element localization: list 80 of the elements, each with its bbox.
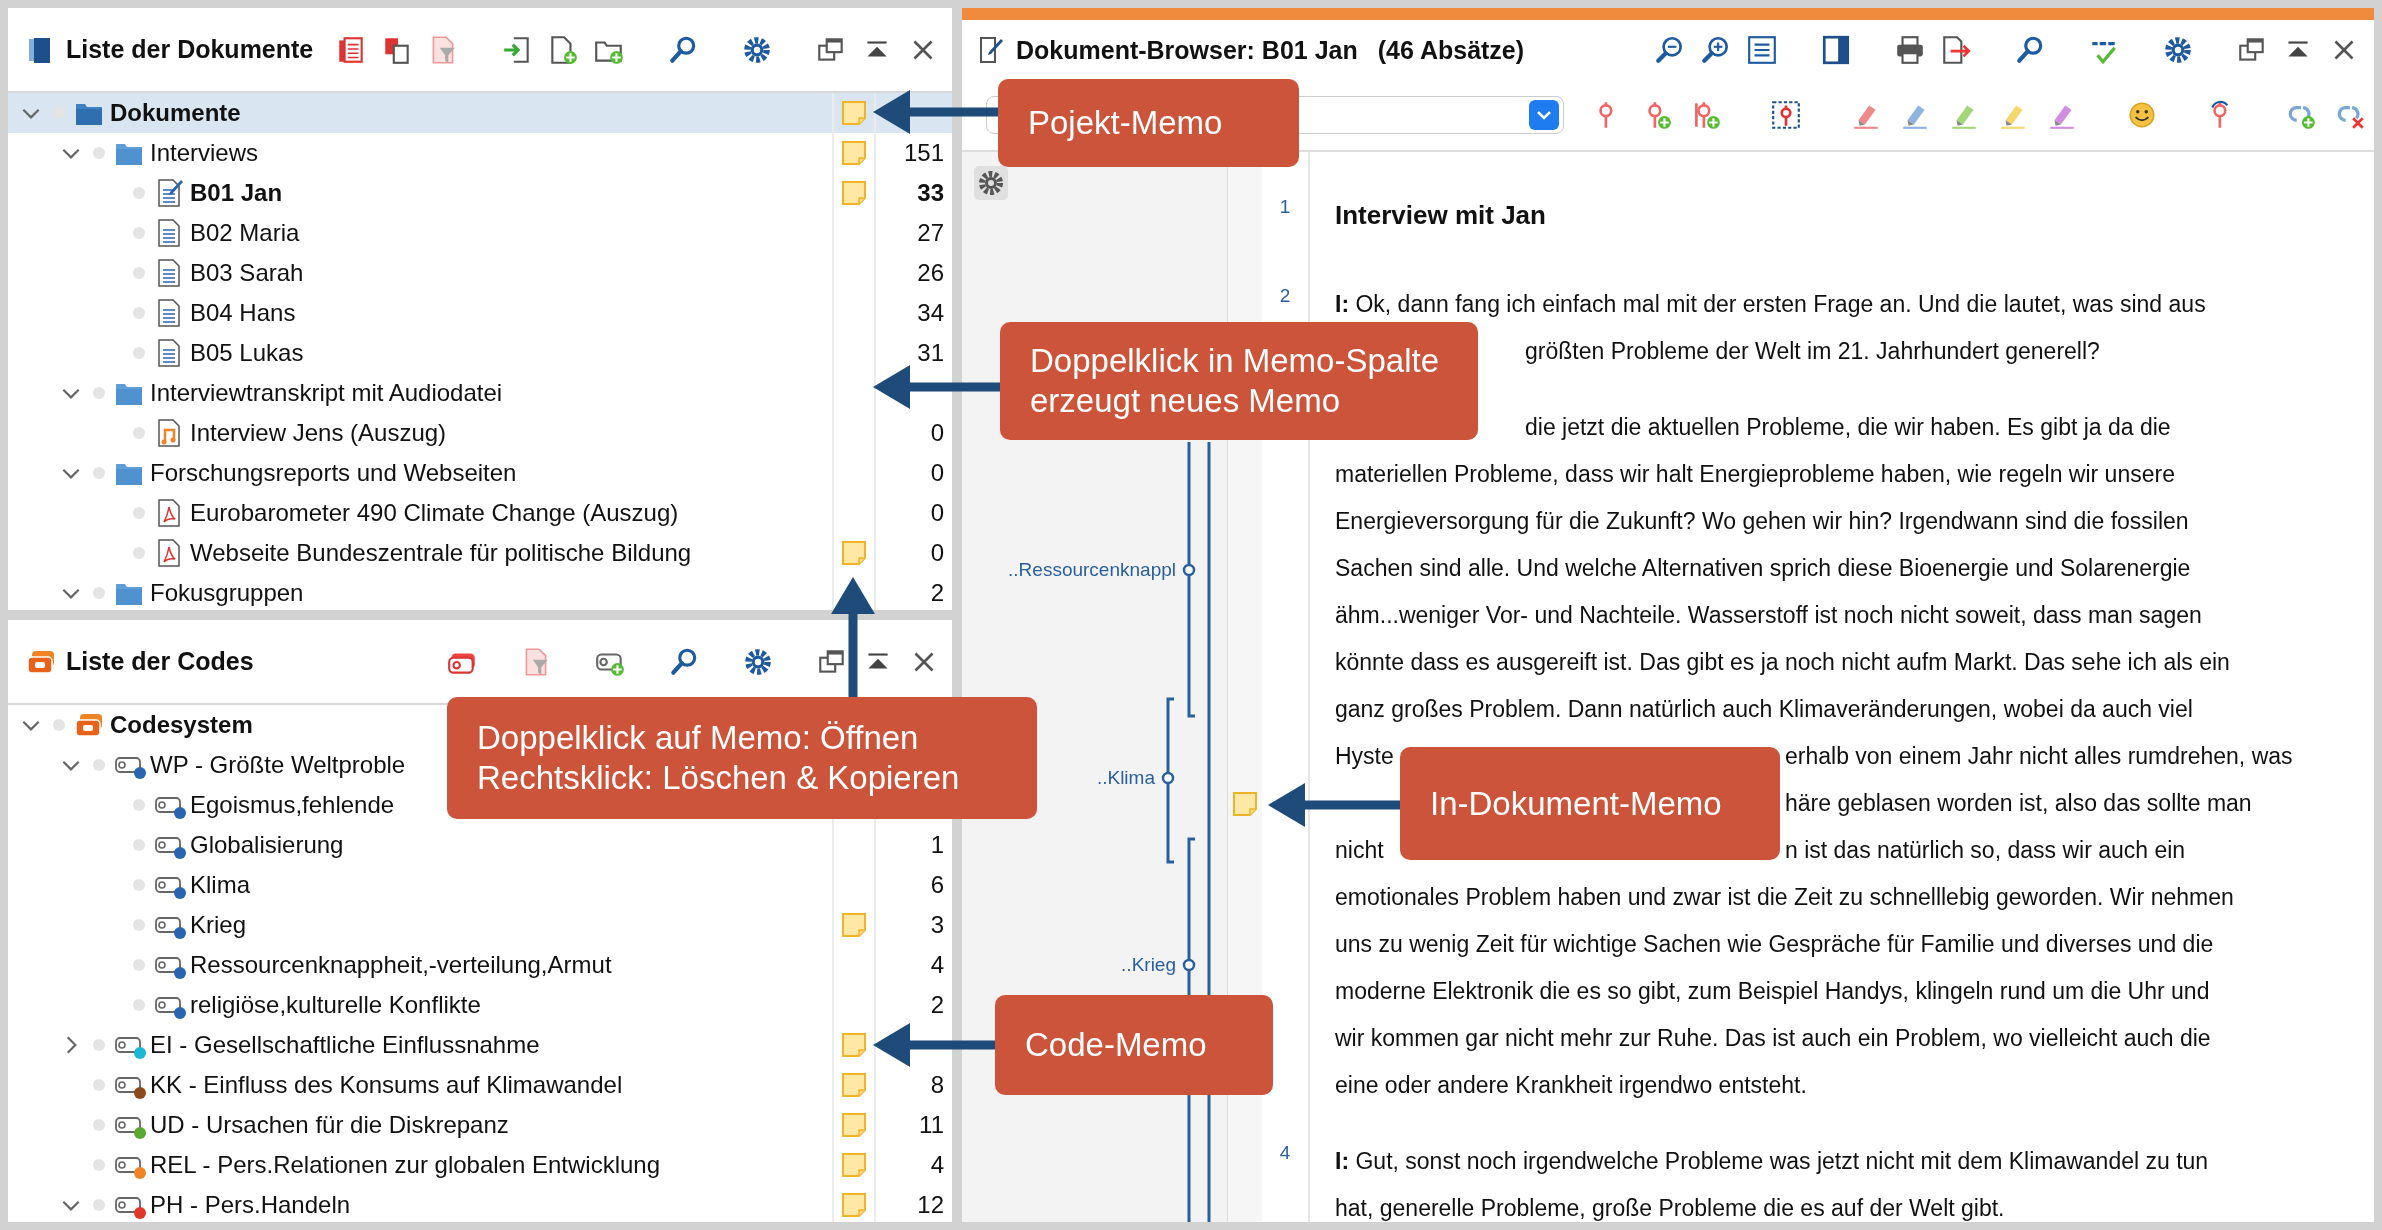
tree-item-label: Ressourcenknappheit,-verteilung,Armut bbox=[190, 951, 612, 979]
callout-tooltip: Doppelklick auf Memo: Öffnen Rechtsklick: Löschen & Kopieren bbox=[447, 697, 1037, 819]
tree-item-label: Globalisierung bbox=[190, 831, 344, 859]
tree-item-label: Krieg bbox=[190, 911, 247, 939]
text-line: Energieversorgung für die Zukunft? Wo gehen wir hin? Irgendwann sind die fossilen bbox=[1335, 508, 2189, 534]
text-line: I: Ok, dann fang ich einfach mal mit der ersten Frage an. Und die lautet, was sind aus bbox=[1335, 291, 2206, 317]
text-line: könnte dass es ausgereift ist. Das gibt es ja noch nicht aufm Markt. Das sehe ich als ein bbox=[1335, 649, 2230, 675]
text-line: moderne Elektronik die es so gibt, zum Beispiel Handys, klingeln rund um die Uhr und bbox=[1335, 978, 2210, 1004]
panel-title: Dokument-Browser: B01 Jan bbox=[1016, 35, 1358, 65]
paragraph-number: 2 bbox=[1279, 285, 1291, 306]
count-label: 2 bbox=[930, 991, 944, 1019]
tree-item-label: Codesystem bbox=[110, 711, 253, 739]
text-line: Hyste bbox=[1335, 743, 1394, 769]
count-label: 0 bbox=[930, 419, 944, 447]
callout-tooltip: Code-Memo bbox=[995, 995, 1273, 1095]
panel-title: Liste der Dokumente bbox=[66, 35, 314, 64]
text-line: erhalb von einem Jahr nicht alles rumdrehen, was bbox=[1785, 743, 2293, 769]
count-label: 11 bbox=[919, 1111, 944, 1139]
count-label: 1 bbox=[930, 831, 944, 859]
text-line: I: Gut, sonst noch irgendwelche Probleme was jetzt nicht mit dem Klimawandel zu tun bbox=[1335, 1148, 2209, 1174]
tree-item-label: Forschungsreports und Webseiten bbox=[150, 459, 517, 487]
tree-item-label: B03 Sarah bbox=[190, 259, 304, 287]
tree-item-label: Eurobarometer 490 Climate Change (Auszug) bbox=[190, 499, 679, 527]
count-label: 4 bbox=[930, 951, 944, 979]
count-label: 26 bbox=[917, 259, 944, 287]
tree-item-label: B05 Lukas bbox=[190, 339, 304, 367]
panel-title: Liste der Codes bbox=[66, 647, 254, 676]
text-line: nicht bbox=[1335, 837, 1384, 863]
callout-tooltip: In-Dokument-Memo bbox=[1400, 747, 1780, 860]
callout-tooltip: Doppelklick in Memo-Spalte erzeugt neues Memo bbox=[1000, 322, 1478, 440]
count-label: 27 bbox=[917, 219, 944, 247]
tree-item-label: Interviews bbox=[150, 139, 259, 167]
tree-item-label: KK - Einfluss des Konsums auf Klimawandel bbox=[150, 1071, 623, 1099]
tree-item-label: B02 Maria bbox=[190, 219, 300, 247]
tree-item-label: Egoismus,fehlende bbox=[190, 791, 395, 819]
text-line: eine oder andere Krankheit irgendwo entsteht. bbox=[1335, 1072, 1807, 1098]
tree-item-label: Webseite Bundeszentrale für politische Bildung bbox=[190, 539, 692, 567]
paragraph-number: 4 bbox=[1279, 1142, 1291, 1163]
tree-item-label: REL - Pers.Relationen zur globalen Entwicklung bbox=[150, 1151, 661, 1179]
text-line: hat, generelle Probleme, große Probleme die es auf der Welt gibt. bbox=[1335, 1195, 2005, 1221]
count-label: 6 bbox=[930, 871, 944, 899]
text-line: häre geblasen worden ist, also das sollte man bbox=[1785, 790, 2252, 816]
count-label: 2 bbox=[930, 579, 944, 607]
count-label: 0 bbox=[930, 499, 944, 527]
callout-tooltip: Pojekt-Memo bbox=[998, 79, 1299, 167]
count-label: 4 bbox=[930, 1151, 944, 1179]
tree-item-label: UD - Ursachen für die Diskrepanz bbox=[150, 1111, 509, 1139]
count-label: 12 bbox=[917, 1191, 944, 1219]
count-label: 151 bbox=[903, 139, 944, 167]
tree-item-label: B01 Jan bbox=[190, 179, 283, 207]
text-line: materiellen Probleme, dass wir halt Energieprobleme haben, wie regeln wir unsere bbox=[1335, 461, 2175, 487]
tree-item-label: Interviewtranskript mit Audiodatei bbox=[150, 379, 503, 407]
count-label: 0 bbox=[930, 459, 944, 487]
tree-item-label: WP - Größte Weltproble bbox=[150, 751, 406, 779]
count-label: 31 bbox=[917, 339, 944, 367]
text-line: ähm...weniger Vor- und Nachteile. Wasserstoff ist noch nicht soweit, dass man sagen bbox=[1335, 602, 2202, 628]
tree-item-label: Dokumente bbox=[110, 99, 241, 127]
text-line: größten Probleme der Welt im 21. Jahrhundert generell? bbox=[1525, 338, 2100, 364]
text-line: emotionales Problem haben und zwar ist die Zeit zu schnelllebig geworden. Wir nehmen bbox=[1335, 884, 2234, 910]
count-label: 0 bbox=[930, 539, 944, 567]
count-label: 3 bbox=[930, 911, 944, 939]
tree-item-label: Interview Jens (Auszug) bbox=[190, 419, 447, 447]
count-label: 8 bbox=[930, 1071, 944, 1099]
tree-item-label: Klima bbox=[190, 871, 250, 899]
text-line: ganz großes Problem. Dann natürlich auch Klimaveränderungen, wobei da auch viel bbox=[1335, 696, 2193, 722]
tree-item-label: PH - Pers.Handeln bbox=[150, 1191, 351, 1219]
count-label: 34 bbox=[917, 299, 944, 327]
text-line: uns zu wenig Zeit für wichtige Sachen wie Gespräche für Familie und diverses und die bbox=[1335, 931, 2214, 957]
text-line: die jetzt die aktuellen Probleme, die wir haben. Es gibt ja da die bbox=[1525, 414, 2171, 440]
tree-item-label: Fokusgruppen bbox=[150, 579, 304, 607]
paragraph-number: 1 bbox=[1279, 196, 1291, 217]
tree-item-label: religiöse,kulturelle Konflikte bbox=[190, 991, 481, 1019]
text-line: Sachen sind alle. Und welche Alternativen sprich diese Bioenergie und Solarenergie bbox=[1335, 555, 2191, 581]
tree-item-label: B04 Hans bbox=[190, 299, 296, 327]
text-line: wir kommen gar nicht mehr zur Ruhe. Das ist auch ein Problem, wo vielleicht auch die bbox=[1335, 1025, 2211, 1051]
tree-item-label: EI - Gesellschaftliche Einflussnahme bbox=[150, 1031, 540, 1059]
document-heading: Interview mit Jan bbox=[1335, 200, 1546, 230]
count-label: 33 bbox=[917, 179, 944, 207]
paragraph-count: (46 Absätze) bbox=[1377, 35, 1525, 65]
text-line: n ist das natürlich so, dass wir auch ein bbox=[1785, 837, 2186, 863]
